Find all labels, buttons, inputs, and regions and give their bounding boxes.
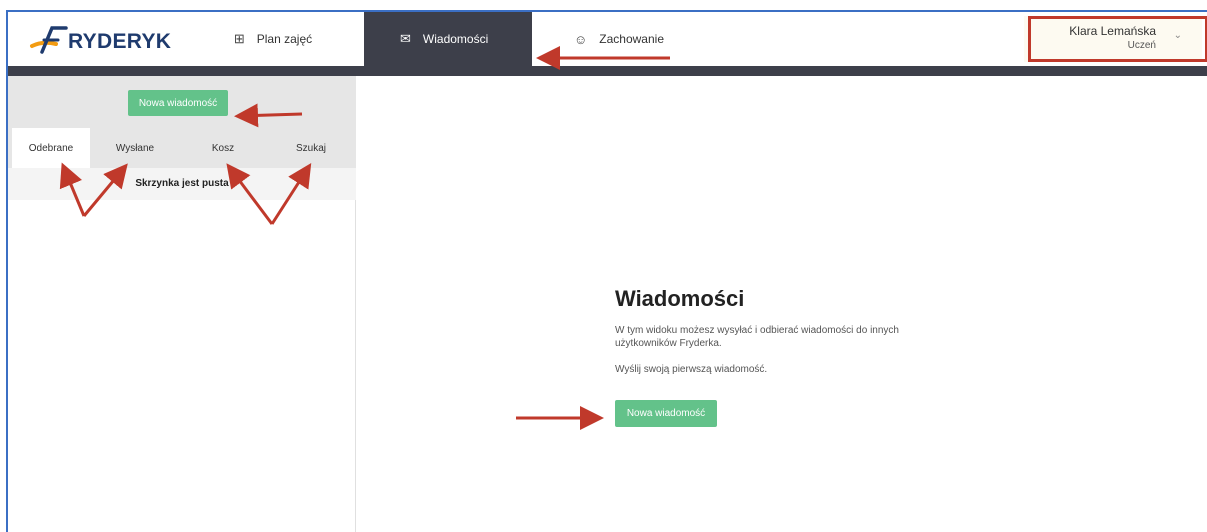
folder-tabs: Odebrane Wysłane Kosz Szukaj xyxy=(8,128,356,168)
nav-wiadomosci[interactable]: ✉ Wiadomości xyxy=(364,12,532,66)
tab-szukaj[interactable]: Szukaj xyxy=(270,128,352,168)
top-navbar: RYDERYK ⊞ Plan zajęć ✉ Wiadomości ☺ Zach… xyxy=(8,12,1207,66)
fryderyk-logo[interactable]: RYDERYK xyxy=(26,22,176,58)
sidebar-header: Nowa wiadomość xyxy=(8,76,356,128)
new-message-button-sidebar[interactable]: Nowa wiadomość xyxy=(128,90,228,116)
first-message-prompt: Wyślij swoją pierwszą wiadomość. xyxy=(615,364,768,375)
tab-wyslane[interactable]: Wysłane xyxy=(94,128,176,168)
empty-inbox: Skrzynka jest pusta xyxy=(8,168,356,200)
messages-sidebar: Nowa wiadomość Odebrane Wysłane Kosz Szu… xyxy=(8,76,356,532)
annotation-box xyxy=(1028,16,1207,62)
nav-label: Plan zajęć xyxy=(256,32,313,46)
page-description: W tym widoku możesz wysyłać i odbierać w… xyxy=(615,325,899,349)
logo-mark-icon xyxy=(30,26,68,54)
app-window: RYDERYK ⊞ Plan zajęć ✉ Wiadomości ☺ Zach… xyxy=(6,10,1207,532)
header-strip xyxy=(8,66,1207,76)
envelope-icon: ✉ xyxy=(400,31,411,46)
tab-odebrane[interactable]: Odebrane xyxy=(12,128,90,168)
smiley-icon: ☺ xyxy=(574,31,588,47)
new-message-button-main[interactable]: Nowa wiadomość xyxy=(615,400,717,427)
empty-inbox-text: Skrzynka jest pusta xyxy=(135,178,229,189)
nav-label: Wiadomości xyxy=(422,32,489,46)
logo-text: RYDERYK xyxy=(68,30,172,53)
nav-zachowanie[interactable]: ☺ Zachowanie xyxy=(574,12,714,66)
grid-icon: ⊞ xyxy=(233,31,245,46)
page-title: Wiadomości xyxy=(615,286,745,311)
nav-label: Zachowanie xyxy=(599,32,664,46)
nav-plan-zajec[interactable]: ⊞ Plan zajęć xyxy=(188,12,358,66)
tab-kosz[interactable]: Kosz xyxy=(180,128,266,168)
